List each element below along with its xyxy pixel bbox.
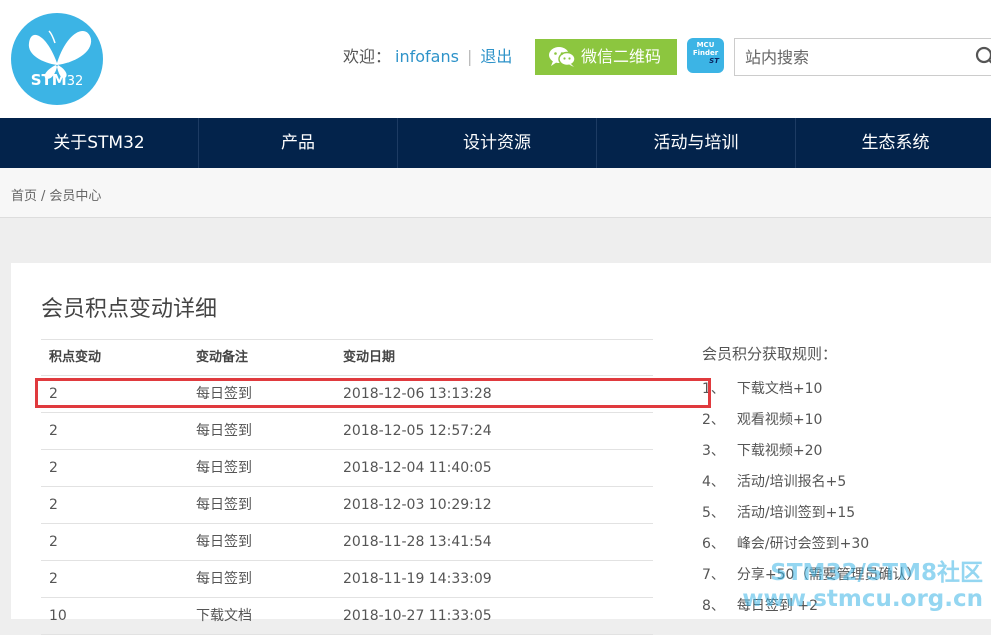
welcome-label: 欢迎： bbox=[343, 47, 392, 66]
butterfly-logo-icon bbox=[28, 30, 92, 79]
points-cell: 2 bbox=[49, 571, 58, 587]
table-row: 10 下载文档 2018-10-27 11:33:05 bbox=[41, 598, 653, 635]
date-cell: 2018-12-05 12:57:24 bbox=[343, 423, 492, 439]
mcu-badge-line1: MCU bbox=[696, 41, 715, 49]
table-row: 2 每日签到 2018-12-03 10:29:12 bbox=[41, 487, 653, 524]
welcome-separator: | bbox=[466, 47, 473, 66]
mcu-badge-line2: Finder bbox=[692, 49, 719, 57]
date-cell: 2018-12-04 11:40:05 bbox=[343, 460, 492, 476]
nav-item-events-training[interactable]: 活动与培训 bbox=[597, 118, 796, 168]
st-logo-text: ST bbox=[709, 57, 719, 65]
main-nav: 关于STM32 产品 设计资源 活动与培训 生态系统 bbox=[0, 118, 991, 168]
nav-item-ecosystem[interactable]: 生态系统 bbox=[796, 118, 991, 168]
date-cell: 2018-11-19 14:33:09 bbox=[343, 571, 492, 587]
points-cell: 2 bbox=[49, 497, 58, 513]
remark-cell: 每日签到 bbox=[196, 423, 252, 439]
points-cell: 2 bbox=[49, 460, 58, 476]
stm32-logo[interactable]: STM32 bbox=[11, 13, 103, 105]
breadcrumb: 首页 / 会员中心 bbox=[11, 185, 101, 204]
username-link[interactable]: infofans bbox=[395, 47, 459, 66]
table-row: 2 每日签到 2018-12-05 12:57:24 bbox=[41, 413, 653, 450]
nav-item-products[interactable]: 产品 bbox=[199, 118, 398, 168]
watermark-line1: STM32/STM8社区 bbox=[770, 560, 983, 586]
date-cell: 2018-10-27 11:33:05 bbox=[343, 608, 492, 624]
date-cell: 2018-11-28 13:41:54 bbox=[343, 534, 492, 550]
wechat-icon bbox=[549, 47, 576, 67]
search-box bbox=[734, 38, 991, 76]
nav-item-design-resources[interactable]: 设计资源 bbox=[398, 118, 597, 168]
breadcrumb-current[interactable]: 会员中心 bbox=[49, 189, 101, 204]
rules-title: 会员积分获取规则： bbox=[702, 345, 838, 363]
remark-cell: 每日签到 bbox=[196, 534, 252, 550]
table-row: 2 每日签到 2018-12-06 13:13:28 bbox=[41, 376, 653, 413]
remark-cell: 每日签到 bbox=[196, 386, 252, 402]
remark-cell: 下载文档 bbox=[196, 608, 252, 624]
breadcrumb-divider: / bbox=[41, 189, 46, 204]
page-title: 会员积点变动详细 bbox=[41, 297, 218, 322]
search-input[interactable] bbox=[735, 39, 975, 75]
search-icon[interactable] bbox=[975, 46, 991, 68]
site-watermark: STM32/STM8社区 www.stmcu.org.cn bbox=[742, 560, 983, 612]
mcu-finder-badge[interactable]: MCU Finder ST bbox=[687, 38, 724, 73]
column-header-remark: 变动备注 bbox=[196, 350, 249, 365]
nav-item-about[interactable]: 关于STM32 bbox=[0, 118, 199, 168]
breadcrumb-home[interactable]: 首页 bbox=[11, 189, 37, 204]
watermark-line2: www.stmcu.org.cn bbox=[742, 586, 983, 612]
points-cell: 2 bbox=[49, 423, 58, 439]
table-row: 2 每日签到 2018-11-28 13:41:54 bbox=[41, 524, 653, 561]
breadcrumb-bar: 首页 / 会员中心 bbox=[0, 168, 991, 218]
date-cell: 2018-12-03 10:29:12 bbox=[343, 497, 492, 513]
rule-item: 3、 下载视频+20 bbox=[702, 443, 823, 459]
logout-link[interactable]: 退出 bbox=[480, 47, 512, 66]
logo-text: STM32 bbox=[30, 71, 84, 89]
date-cell: 2018-12-06 13:13:28 bbox=[343, 386, 492, 402]
wechat-button-label: 微信二维码 bbox=[581, 47, 662, 66]
points-cell: 10 bbox=[49, 608, 67, 624]
points-cell: 2 bbox=[49, 534, 58, 550]
table-row: 2 每日签到 2018-12-04 11:40:05 bbox=[41, 450, 653, 487]
remark-cell: 每日签到 bbox=[196, 497, 252, 513]
rule-item: 1、 下载文档+10 bbox=[702, 381, 823, 397]
site-header: STM32 欢迎： infofans | 退出 微信二维码 MCU Finder ST bbox=[0, 0, 991, 118]
rule-item: 6、 峰会/研讨会签到+30 bbox=[702, 536, 870, 552]
rule-item: 4、 活动/培训报名+5 bbox=[702, 474, 847, 490]
table-row: 2 每日签到 2018-11-19 14:33:09 bbox=[41, 561, 653, 598]
remark-cell: 每日签到 bbox=[196, 571, 252, 587]
points-cell: 2 bbox=[49, 386, 58, 402]
column-header-date: 变动日期 bbox=[343, 350, 396, 365]
column-header-points: 积点变动 bbox=[49, 350, 102, 365]
rule-item: 2、 观看视频+10 bbox=[702, 412, 823, 428]
wechat-qrcode-button[interactable]: 微信二维码 bbox=[535, 39, 677, 75]
remark-cell: 每日签到 bbox=[196, 460, 252, 476]
welcome-bar: 欢迎： infofans | 退出 bbox=[343, 46, 512, 68]
points-table: 积点变动 变动备注 变动日期 2 每日签到 2018-12-06 13:13:2… bbox=[41, 339, 653, 635]
table-header: 积点变动 变动备注 变动日期 bbox=[41, 339, 653, 376]
rule-item: 5、 活动/培训签到+15 bbox=[702, 505, 856, 521]
